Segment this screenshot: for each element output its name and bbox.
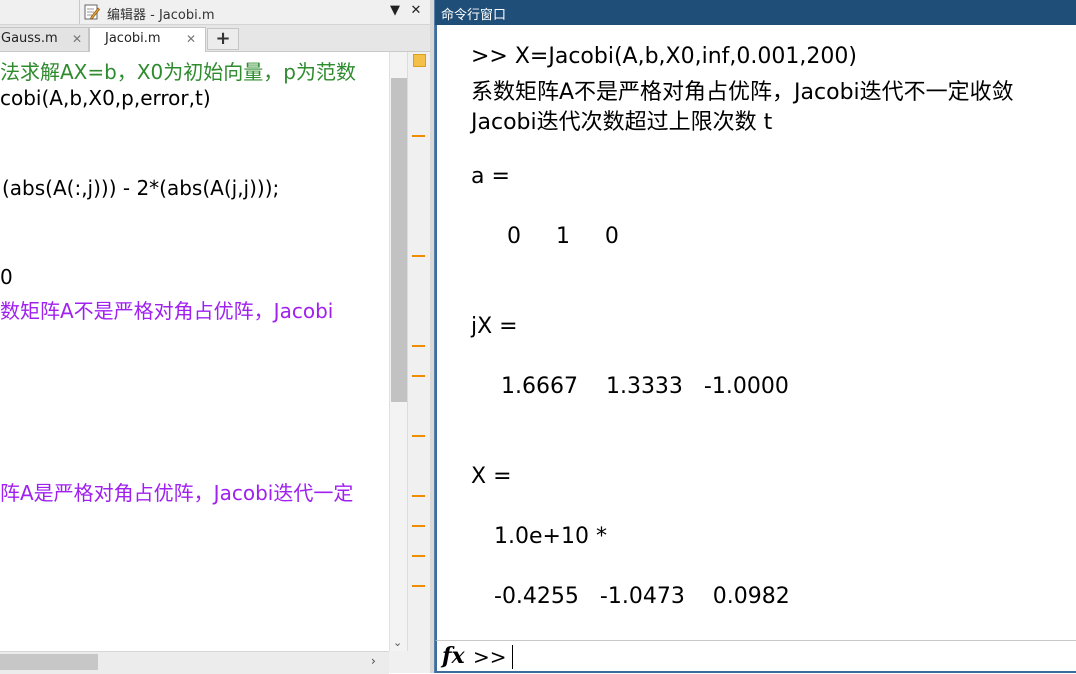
output-var-jx-label: jX =: [471, 314, 518, 339]
add-tab-button[interactable]: +: [207, 28, 239, 50]
tab-gauss-label: Gauss.m: [1, 31, 58, 46]
editor-menu-chevron-icon[interactable]: ▼: [387, 3, 403, 19]
command-window-titlebar: 命令行窗口: [435, 0, 1076, 25]
warning-marker[interactable]: [412, 585, 425, 587]
code-line-3: (abs(A(:,j))) - 2*(abs(A(j,j)));: [2, 176, 280, 200]
warning-marker[interactable]: [412, 435, 425, 437]
editor-tabbar: Gauss.m ✕ Jacobi.m ✕ +: [0, 25, 430, 52]
editor-vertical-scrollbar[interactable]: ⌄: [389, 52, 408, 651]
titlebar-divider: [79, 0, 80, 24]
command-prompt[interactable]: fx >>: [435, 640, 1076, 673]
code-line-2: cobi(A,b,X0,p,error,t): [0, 86, 211, 110]
editor-panel: 编辑器 - Jacobi.m ▼ ✕ Gauss.m ✕ Jacobi.m ✕ …: [0, 0, 431, 674]
warning-marker[interactable]: [412, 555, 425, 557]
tab-jacobi-close-icon[interactable]: ✕: [186, 28, 196, 50]
prompt-symbol: >>: [473, 645, 507, 669]
scroll-down-icon[interactable]: ⌄: [393, 636, 402, 649]
scroll-right-icon[interactable]: ›: [371, 654, 376, 668]
editor-title: 编辑器 - Jacobi.m: [107, 8, 215, 23]
command-window-title: 命令行窗口: [441, 8, 507, 23]
output-var-jx-values: 1.6667 1.3333 -1.0000: [501, 374, 789, 399]
output-command-line: >> X=Jacobi(A,b,X0,inf,0.001,200): [471, 44, 857, 69]
code-analyzer-bar: [407, 52, 431, 651]
fx-function-browser-icon[interactable]: fx: [442, 643, 465, 669]
output-var-x-label: X =: [471, 464, 512, 489]
output-iteration-line: Jacobi迭代次数超过上限次数 t: [471, 110, 773, 135]
warning-marker[interactable]: [412, 345, 425, 347]
warning-marker[interactable]: [412, 255, 425, 257]
output-var-x-values: -0.4255 -1.0473 0.0982: [494, 584, 790, 609]
warning-marker[interactable]: [412, 375, 425, 377]
warning-marker[interactable]: [412, 495, 425, 497]
code-line-5: 数矩阵A不是严格对角占优阵，Jacobi: [0, 299, 334, 323]
code-line-1: 法求解AX=b，X0为初始向量，p为范数: [0, 60, 356, 84]
output-var-x-scale: 1.0e+10 *: [494, 524, 607, 549]
editor-close-icon[interactable]: ✕: [408, 3, 424, 19]
output-var-a-values: 0 1 0: [507, 224, 619, 249]
tab-jacobi-label: Jacobi.m: [105, 31, 161, 46]
tab-gauss[interactable]: Gauss.m ✕: [0, 27, 89, 51]
command-window: 命令行窗口 >> X=Jacobi(A,b,X0,inf,0.001,200) …: [434, 0, 1076, 673]
vertical-scroll-thumb[interactable]: [391, 78, 407, 402]
editor-horizontal-scrollbar[interactable]: ›: [0, 651, 389, 674]
warning-marker[interactable]: [412, 135, 425, 137]
tab-gauss-close-icon[interactable]: ✕: [72, 28, 82, 50]
code-area[interactable]: 法求解AX=b，X0为初始向量，p为范数 cobi(A,b,X0,p,error…: [0, 52, 389, 651]
warning-marker[interactable]: [412, 525, 425, 527]
output-warning-line: 系数矩阵A不是严格对角占优阵，Jacobi迭代不一定收敛: [471, 80, 1014, 105]
code-line-6: 阵A是严格对角占优阵，Jacobi迭代一定: [0, 481, 354, 505]
tab-jacobi[interactable]: Jacobi.m ✕: [89, 27, 206, 52]
analyzer-status-icon[interactable]: [413, 54, 426, 67]
output-var-a-label: a =: [471, 164, 510, 189]
editor-pencil-icon: [84, 4, 100, 20]
code-line-4: 0: [0, 265, 13, 289]
command-output[interactable]: >> X=Jacobi(A,b,X0,inf,0.001,200) 系数矩阵A不…: [435, 25, 1076, 640]
text-caret: [512, 645, 513, 669]
horizontal-scroll-thumb[interactable]: [0, 654, 98, 670]
editor-titlebar: 编辑器 - Jacobi.m ▼ ✕: [0, 0, 430, 25]
